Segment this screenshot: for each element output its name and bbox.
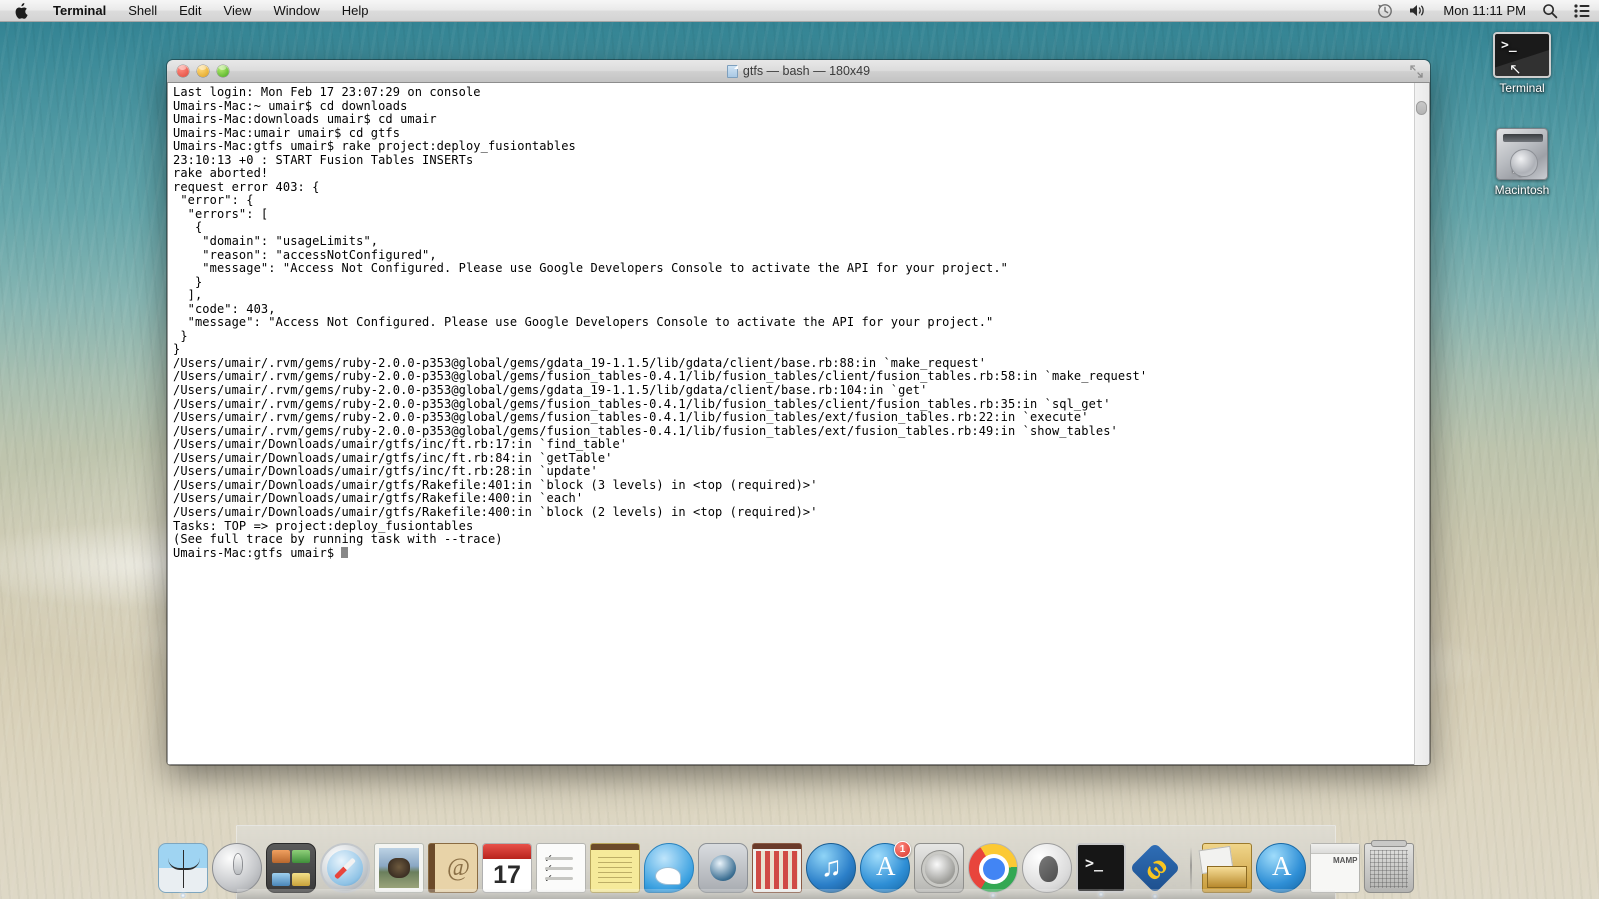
desktop-icon-label: Terminal [1499,81,1545,95]
terminal-body[interactable]: Last login: Mon Feb 17 23:07:29 on conso… [167,83,1430,765]
menu-view[interactable]: View [213,0,263,22]
zoom-button[interactable] [217,65,229,77]
menu-shell[interactable]: Shell [117,0,168,22]
menu-clock[interactable]: Mon 11:11 PM [1443,3,1526,18]
dock-item-launchpad[interactable] [212,843,262,893]
mission-window-icon [292,873,310,886]
menu-edit[interactable]: Edit [168,0,212,22]
dock-item-mission-control[interactable] [266,843,316,893]
close-button[interactable] [177,65,189,77]
desktop-icon-label: Macintosh [1494,183,1550,197]
terminal-prompt: Umairs-Mac:gtfs umair$ [173,545,342,560]
window-titlebar[interactable]: gtfs — bash — 180x49 [167,60,1430,83]
dock-item-finder[interactable] [158,843,208,898]
dock-item-calendar[interactable]: 17 [482,843,532,893]
dock-item-reminders[interactable]: ✓ ✓ ✓ [536,843,586,893]
terminal-output: Last login: Mon Feb 17 23:07:29 on conso… [173,85,1409,560]
hard-disk-icon: ↖ [1496,128,1548,181]
badge-count: 1 [894,841,911,858]
dock-item-notes[interactable] [590,843,640,893]
desktop-icon-terminal[interactable]: ↖ Terminal [1476,32,1568,95]
dock-item-evernote[interactable] [1022,843,1072,893]
dock-item-itunes[interactable] [806,843,856,893]
terminal-scrollbar[interactable] [1414,83,1429,765]
dock-item-trash[interactable] [1364,840,1414,893]
dock-item-safari[interactable] [320,843,370,893]
dock-item-app-store-download[interactable] [1256,843,1306,893]
terminal-cursor [341,546,349,558]
terminal-app-icon: ↖ [1493,32,1551,78]
menu-terminal[interactable]: Terminal [42,0,117,22]
search-icon[interactable] [1542,3,1558,19]
menu-help[interactable]: Help [331,0,380,22]
dock-item-photo-booth[interactable] [752,843,802,893]
running-indicator [1152,894,1158,899]
dock-item-system-preferences[interactable] [914,843,964,893]
folder-icon [726,64,738,78]
desktop-icon-macintosh-hd[interactable]: ↖ Macintosh [1476,128,1568,197]
dock-item-mail[interactable] [374,843,424,893]
mamp-label: MAMP [1333,856,1358,865]
dock-item-coda[interactable]: ω [1129,842,1181,899]
terminal-scrollback: Last login: Mon Feb 17 23:07:29 on conso… [173,85,1148,547]
time-machine-icon[interactable] [1377,3,1393,19]
window-title-group: gtfs — bash — 180x49 [167,64,1430,78]
dock-item-google-chrome[interactable] [968,843,1018,898]
calendar-day-number: 17 [493,861,521,889]
dock-item-package-installer[interactable] [1202,843,1252,893]
running-indicator [990,893,996,898]
speaker-volume-icon[interactable] [1409,3,1427,18]
dock[interactable]: 17 ✓ ✓ ✓ 1 ω MAMP [158,825,1414,899]
menu-bar: Terminal Shell Edit View Window Help Mon… [0,0,1599,22]
apple-logo-icon[interactable] [0,2,42,19]
dock-item-contacts[interactable] [428,843,478,893]
menu-window[interactable]: Window [263,0,331,22]
coda-glyph-icon: ω [1135,848,1175,888]
window-title: gtfs — bash — 180x49 [742,64,871,78]
dock-item-mamp[interactable]: MAMP [1310,843,1360,893]
dock-item-messages[interactable] [644,843,694,893]
fullscreen-arrows-icon[interactable] [1410,65,1423,78]
scrollbar-thumb[interactable] [1416,101,1427,115]
dock-item-facetime[interactable] [698,843,748,893]
dock-item-app-store[interactable]: 1 [860,841,911,893]
minimize-button[interactable] [197,65,209,77]
mission-window-icon [272,873,290,886]
running-indicator [1098,892,1104,897]
terminal-window[interactable]: gtfs — bash — 180x49 Last login: Mon Feb… [167,60,1430,765]
window-traffic-lights [167,65,229,77]
notification-center-icon[interactable] [1574,3,1591,18]
running-indicator [180,893,186,898]
